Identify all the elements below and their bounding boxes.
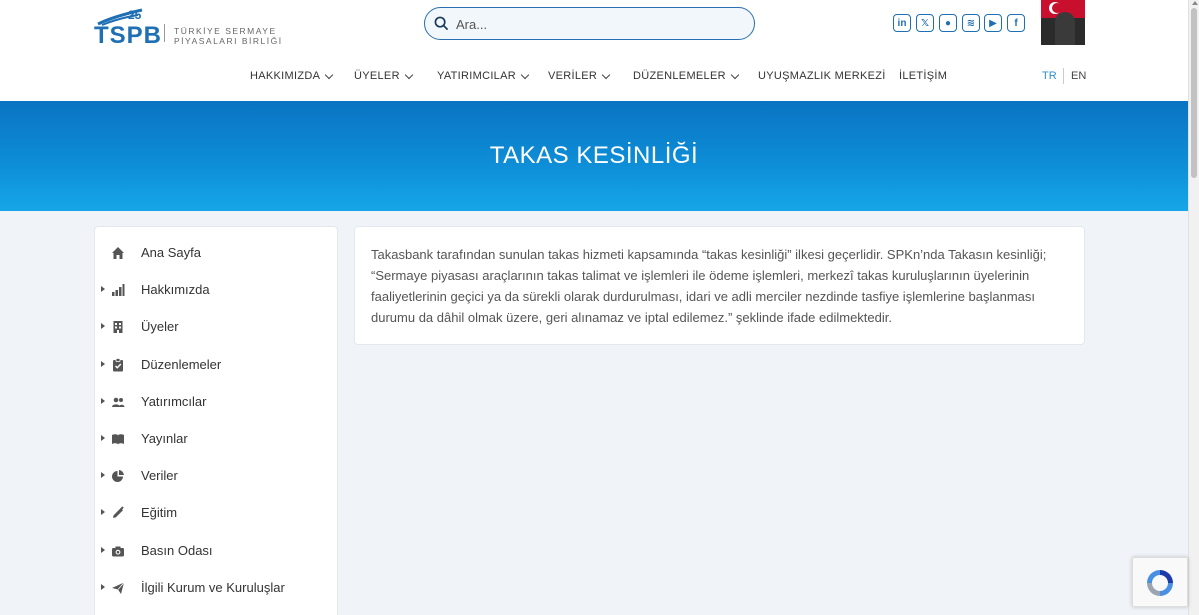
sidebar-item-label: Yayınlar <box>141 431 188 446</box>
logo-brand: TSPB <box>94 22 163 49</box>
pie-chart-icon <box>112 470 124 483</box>
clipboard-check-icon <box>113 357 123 372</box>
sidebar-item-label: Düzenlemeler <box>141 356 222 372</box>
caret-right-icon[interactable] <box>101 435 105 441</box>
scroll-up-icon[interactable] <box>1192 1 1198 5</box>
site-header: 25 TSPB TÜRKİYE SERMAYE PİYASALARI BİRLİ… <box>0 0 1188 101</box>
pencil-icon <box>113 506 124 519</box>
nav-item-label: YATIRIMCILAR <box>437 70 516 82</box>
scrollbar-thumb[interactable] <box>1191 8 1197 178</box>
flickr-icon[interactable]: ● <box>939 14 957 32</box>
sidebar-item-label: Yatırımcılar <box>141 393 207 409</box>
building-icon <box>113 321 123 334</box>
caret-right-icon[interactable] <box>101 397 105 404</box>
lang-tr-link[interactable]: TR <box>1042 70 1057 82</box>
sidebar-item-4[interactable]: Yatırımcılar <box>95 388 337 418</box>
sidebar-item-5[interactable]: Yayınlar <box>95 425 337 455</box>
spotify-icon[interactable]: ≋ <box>962 14 980 32</box>
users-icon <box>112 397 125 407</box>
book-icon <box>112 434 124 445</box>
lang-en-link[interactable]: EN <box>1071 70 1086 82</box>
logo-line2: PİYASALARI BİRLİĞİ <box>174 36 283 46</box>
sidebar-item-1[interactable]: Hakkımızda <box>95 276 337 306</box>
caret-right-icon[interactable] <box>101 546 105 553</box>
paper-plane-icon <box>112 582 125 594</box>
sidebar-item-label: Üyeler <box>141 319 179 335</box>
nav-item-6[interactable]: İLETİŞİM <box>899 70 947 82</box>
logo-line1: TÜRKİYE SERMAYE <box>174 26 277 36</box>
camera-icon <box>112 546 124 557</box>
sidebar-item-label: Basın Odası <box>141 542 213 558</box>
caret-right-icon[interactable] <box>101 286 105 293</box>
chevron-down-icon <box>601 70 611 79</box>
search-box <box>424 7 755 40</box>
sidebar-item-3[interactable]: Düzenlemeler <box>95 351 337 381</box>
home-icon <box>112 247 124 259</box>
logo-divider <box>164 24 165 42</box>
chevron-down-icon <box>324 70 334 79</box>
page-title: TAKAS KESİNLİĞİ <box>489 142 699 169</box>
sidebar-item-9[interactable]: İlgili Kurum ve Kuruluşlar <box>95 574 337 604</box>
sidebar-item-7[interactable]: Eğitim <box>95 499 337 529</box>
sidebar-item-label: Ana Sayfa <box>141 245 201 260</box>
caret-right-icon[interactable] <box>101 360 105 367</box>
nav-item-3[interactable]: VERİLER <box>548 70 611 82</box>
search-icon[interactable] <box>434 16 449 31</box>
sidebar-item-0[interactable]: Ana Sayfa <box>95 239 337 269</box>
nav-item-label: İLETİŞİM <box>899 70 948 82</box>
recaptcha-icon <box>1147 570 1173 596</box>
nav-item-label: UYUŞMAZLIK MERKEZİ <box>758 70 886 82</box>
caret-right-icon[interactable] <box>101 583 105 590</box>
tspb-logo[interactable]: 25 TSPB TÜRKİYE SERMAYE PİYASALARI BİRLİ… <box>94 4 281 49</box>
nav-item-label: DÜZENLEMELER <box>633 70 726 82</box>
nav-item-label: HAKKIMIZDA <box>250 70 321 82</box>
recaptcha-badge[interactable] <box>1132 557 1188 607</box>
youtube-icon[interactable]: ▶ <box>984 14 1002 32</box>
linkedin-icon[interactable]: in <box>893 14 911 32</box>
logo-anniversary: 25 <box>128 8 142 22</box>
sidebar-item-label: Eğitim <box>141 505 178 521</box>
nav-item-4[interactable]: DÜZENLEMELER <box>633 70 740 82</box>
caret-right-icon[interactable] <box>101 472 105 479</box>
page-scrollbar[interactable] <box>1188 0 1199 615</box>
sidebar-item-label: Hakkımızda <box>141 282 210 298</box>
nav-item-5[interactable]: UYUŞMAZLIK MERKEZİ <box>758 70 886 82</box>
caret-right-icon[interactable] <box>101 323 105 330</box>
chevron-down-icon <box>730 70 740 79</box>
caret-right-icon[interactable] <box>101 509 105 516</box>
nav-item-1[interactable]: ÜYELER <box>354 70 414 82</box>
search-input[interactable] <box>456 13 741 35</box>
sidebar-item-label: Veriler <box>141 468 178 484</box>
nav-item-label: ÜYELER <box>354 70 400 82</box>
chevron-down-icon <box>520 70 530 79</box>
sidebar-menu: Ana Sayfa Hakkımızda Üyeler Düzenlemeler Yat… <box>94 226 338 615</box>
sidebar-item-2[interactable]: Üyeler <box>95 313 337 343</box>
lang-divider <box>1063 68 1064 84</box>
ataturk-flag-image <box>1041 0 1085 45</box>
chart-bars-icon <box>112 284 125 297</box>
nav-item-0[interactable]: HAKKIMIZDA <box>250 70 334 82</box>
content-text: Takasbank tarafından sunulan takas hizme… <box>371 247 1047 325</box>
chevron-down-icon <box>404 70 414 79</box>
facebook-icon[interactable]: f <box>1007 14 1025 32</box>
nav-item-2[interactable]: YATIRIMCILAR <box>437 70 530 82</box>
sidebar-item-6[interactable]: Veriler <box>95 462 337 492</box>
x-twitter-icon[interactable]: 𝕏 <box>916 14 934 32</box>
sidebar-item-8[interactable]: Basın Odası <box>95 537 337 567</box>
nav-item-label: VERİLER <box>548 70 598 82</box>
content-card: Takasbank tarafından sunulan takas hizme… <box>354 226 1085 345</box>
sidebar-item-label: İlgili Kurum ve Kuruluşlar <box>141 579 285 595</box>
